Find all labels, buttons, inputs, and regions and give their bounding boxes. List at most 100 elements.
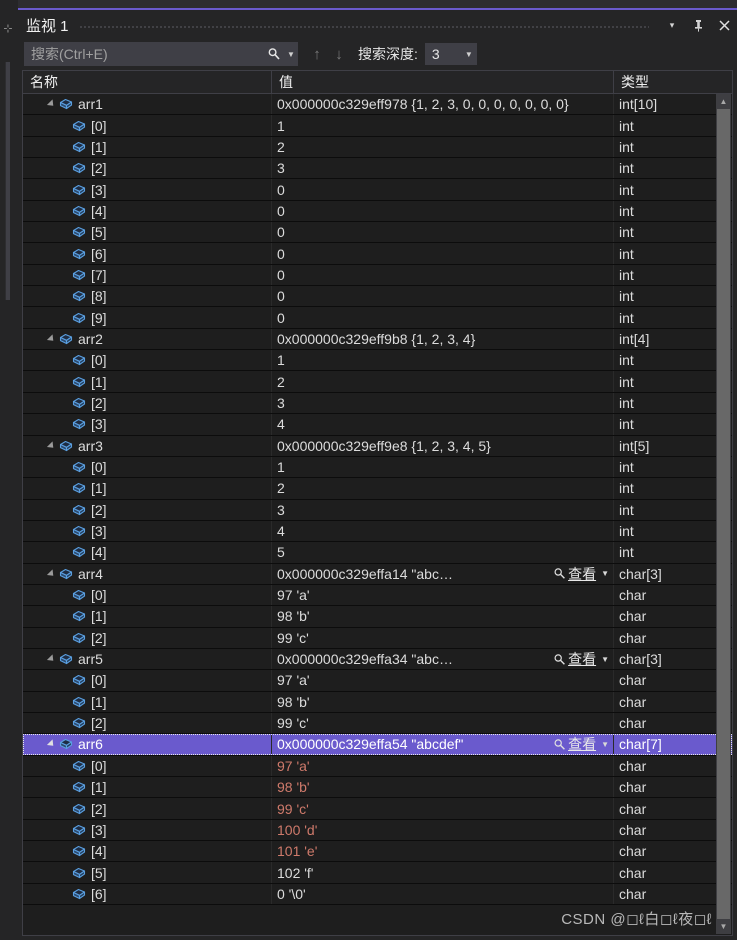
table-row[interactable]: [4] 5 int bbox=[23, 542, 732, 564]
table-row[interactable]: [2] 99 'c' char bbox=[23, 712, 732, 735]
table-row[interactable]: [0] 1 int bbox=[23, 456, 732, 479]
row-value-cell[interactable]: 99 'c' bbox=[271, 627, 613, 648]
expander-triangle-icon[interactable] bbox=[45, 94, 58, 114]
row-type-cell[interactable]: int bbox=[613, 179, 732, 200]
row-type-cell[interactable]: int bbox=[613, 520, 732, 542]
row-type-cell[interactable]: char bbox=[613, 798, 732, 819]
view-value-chevron-down-icon[interactable]: ▼ bbox=[598, 740, 609, 749]
search-icon[interactable] bbox=[263, 44, 285, 64]
row-type-cell[interactable]: char[3] bbox=[613, 563, 732, 584]
table-row[interactable]: [4] 101 'e' char bbox=[23, 841, 732, 863]
row-value-cell[interactable]: 97 'a' bbox=[271, 584, 613, 606]
title-drag-dots[interactable] bbox=[78, 10, 649, 40]
row-value-cell[interactable]: 0 bbox=[271, 264, 613, 286]
row-type-cell[interactable]: int bbox=[613, 158, 732, 179]
close-icon[interactable] bbox=[711, 12, 737, 38]
scroll-down-icon[interactable]: ▼ bbox=[716, 919, 731, 934]
pin-icon[interactable] bbox=[685, 12, 711, 38]
search-depth-chevron-down-icon[interactable]: ▼ bbox=[461, 50, 477, 59]
row-name-cell[interactable]: arr2 bbox=[23, 329, 293, 349]
row-value-cell[interactable]: 0x000000c329effa14 "abc… 查看 ▼ bbox=[271, 563, 613, 584]
table-row[interactable]: [2] 3 int bbox=[23, 392, 732, 415]
table-row[interactable]: [7] 0 int bbox=[23, 264, 732, 287]
table-row[interactable]: arr1 0x000000c329eff978 {1, 2, 3, 0, 0, 0… bbox=[23, 94, 732, 116]
window-menu-chevron-down-icon[interactable]: ▾ bbox=[659, 12, 685, 38]
expander-triangle-icon[interactable] bbox=[45, 649, 58, 669]
row-name-cell[interactable]: arr5 bbox=[23, 649, 293, 669]
row-value-cell[interactable]: 5 bbox=[271, 542, 613, 563]
row-value-cell[interactable]: 0x000000c329effa54 "abcdef" 查看 ▼ bbox=[271, 734, 613, 755]
table-row[interactable]: [0] 1 int bbox=[23, 350, 732, 372]
table-row[interactable]: [6] 0 '\0' char bbox=[23, 883, 732, 906]
row-value-cell[interactable]: 102 'f' bbox=[271, 862, 613, 883]
table-row[interactable]: [1] 98 'b' char bbox=[23, 606, 732, 628]
vertical-scrollbar[interactable]: ▲ ▼ bbox=[716, 94, 731, 934]
row-type-cell[interactable]: int bbox=[613, 392, 732, 414]
row-value-cell[interactable]: 98 'b' bbox=[271, 691, 613, 712]
row-type-cell[interactable]: int bbox=[613, 414, 732, 435]
row-type-cell[interactable]: char bbox=[613, 883, 732, 905]
expander-triangle-icon[interactable] bbox=[45, 436, 58, 456]
table-row[interactable]: [5] 102 'f' char bbox=[23, 862, 732, 884]
row-value-cell[interactable]: 0x000000c329eff9b8 {1, 2, 3, 4} bbox=[271, 328, 613, 350]
table-row[interactable]: [2] 99 'c' char bbox=[23, 798, 732, 820]
table-row[interactable]: [0] 97 'a' char bbox=[23, 755, 732, 777]
table-row[interactable]: arr3 0x000000c329eff9e8 {1, 2, 3, 4, 5} in… bbox=[23, 435, 732, 457]
row-type-cell[interactable]: int bbox=[613, 264, 732, 286]
row-value-cell[interactable]: 2 bbox=[271, 478, 613, 499]
view-value-button[interactable]: 查看 ▼ bbox=[553, 649, 609, 669]
view-value-chevron-down-icon[interactable]: ▼ bbox=[598, 655, 609, 664]
search-next-button[interactable]: ↓ bbox=[328, 42, 350, 66]
table-row[interactable]: [1] 2 int bbox=[23, 371, 732, 393]
row-type-cell[interactable]: int[10] bbox=[613, 94, 732, 115]
row-type-cell[interactable]: int bbox=[613, 307, 732, 328]
table-row[interactable]: [9] 0 int bbox=[23, 307, 732, 329]
row-type-cell[interactable]: char bbox=[613, 670, 732, 691]
row-value-cell[interactable]: 0 '\0' bbox=[271, 883, 613, 905]
expander-triangle-icon[interactable] bbox=[45, 329, 58, 349]
table-row[interactable]: [1] 98 'b' char bbox=[23, 777, 732, 799]
row-type-cell[interactable]: char bbox=[613, 862, 732, 883]
row-type-cell[interactable]: int bbox=[613, 456, 732, 478]
table-row[interactable]: arr6 0x000000c329effa54 "abcdef" 查看 ▼ char[7… bbox=[23, 734, 732, 756]
column-header-value[interactable]: 值 bbox=[271, 71, 613, 93]
row-value-cell[interactable]: 3 bbox=[271, 392, 613, 414]
table-row[interactable]: [0] 97 'a' char bbox=[23, 670, 732, 692]
row-type-cell[interactable]: char[7] bbox=[613, 734, 732, 755]
row-type-cell[interactable]: int bbox=[613, 200, 732, 222]
row-name-cell[interactable]: arr1 bbox=[23, 94, 293, 114]
row-type-cell[interactable]: int bbox=[613, 542, 732, 563]
table-row[interactable]: arr2 0x000000c329eff9b8 {1, 2, 3, 4} int[4… bbox=[23, 328, 732, 351]
table-row[interactable]: [6] 0 int bbox=[23, 243, 732, 265]
row-type-cell[interactable]: char bbox=[613, 841, 732, 862]
table-row[interactable]: [1] 2 int bbox=[23, 478, 732, 500]
row-value-cell[interactable]: 0x000000c329effa34 "abc… 查看 ▼ bbox=[271, 648, 613, 670]
row-value-cell[interactable]: 0x000000c329eff9e8 {1, 2, 3, 4, 5} bbox=[271, 435, 613, 456]
row-value-cell[interactable]: 1 bbox=[271, 115, 613, 136]
row-value-cell[interactable]: 97 'a' bbox=[271, 670, 613, 691]
row-type-cell[interactable]: int bbox=[613, 478, 732, 499]
table-row[interactable]: [5] 0 int bbox=[23, 222, 732, 244]
row-type-cell[interactable]: int bbox=[613, 350, 732, 371]
row-value-cell[interactable]: 98 'b' bbox=[271, 606, 613, 627]
row-type-cell[interactable]: int bbox=[613, 243, 732, 264]
row-type-cell[interactable]: int[5] bbox=[613, 435, 732, 456]
row-type-cell[interactable]: char bbox=[613, 712, 732, 734]
table-row[interactable]: [2] 3 int bbox=[23, 499, 732, 521]
table-row[interactable]: [0] 1 int bbox=[23, 115, 732, 137]
table-row[interactable]: [1] 98 'b' char bbox=[23, 691, 732, 713]
row-type-cell[interactable]: int[4] bbox=[613, 328, 732, 350]
row-value-cell[interactable]: 1 bbox=[271, 456, 613, 478]
row-value-cell[interactable]: 0 bbox=[271, 179, 613, 200]
row-type-cell[interactable]: char bbox=[613, 606, 732, 627]
view-value-button[interactable]: 查看 ▼ bbox=[553, 734, 609, 754]
row-type-cell[interactable]: int bbox=[613, 499, 732, 520]
row-value-cell[interactable]: 3 bbox=[271, 158, 613, 179]
row-type-cell[interactable]: int bbox=[613, 222, 732, 243]
row-name-cell[interactable]: arr6 bbox=[23, 734, 293, 754]
column-header-type[interactable]: 类型 bbox=[613, 71, 718, 93]
row-type-cell[interactable]: char bbox=[613, 691, 732, 712]
row-value-cell[interactable]: 2 bbox=[271, 371, 613, 392]
row-type-cell[interactable]: int bbox=[613, 115, 732, 136]
row-value-cell[interactable]: 2 bbox=[271, 136, 613, 158]
